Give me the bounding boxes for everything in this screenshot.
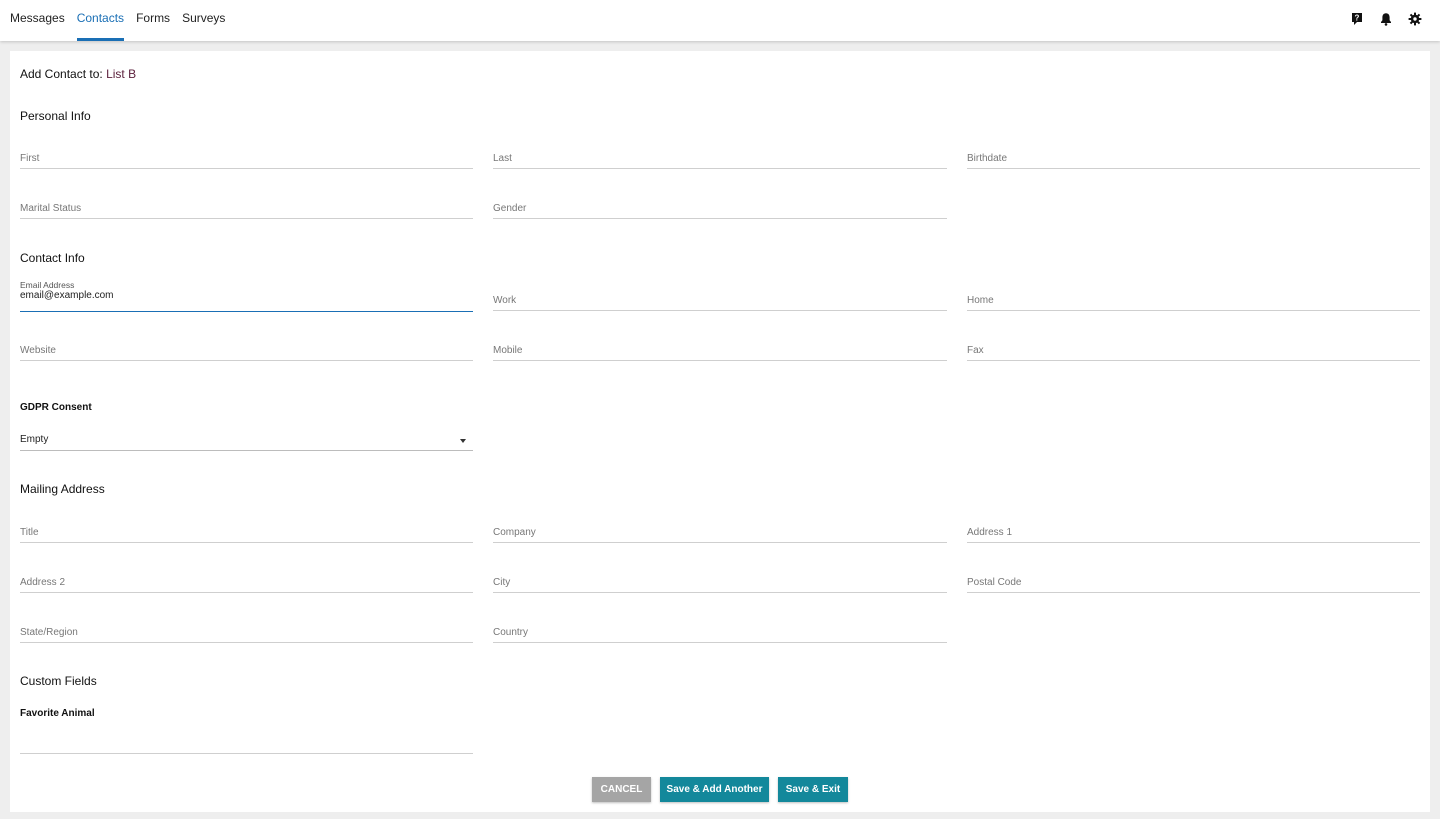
save-and-add-another-button[interactable]: Save & Add Another xyxy=(660,777,769,802)
address1-input[interactable] xyxy=(967,527,1420,538)
gdpr-consent-label: GDPR Consent xyxy=(20,402,92,413)
fax-field[interactable] xyxy=(967,331,1420,361)
postal-code-field[interactable] xyxy=(967,563,1420,593)
postal-code-input[interactable] xyxy=(967,577,1420,588)
work-phone-field[interactable] xyxy=(493,281,947,311)
email-field[interactable]: Email Address xyxy=(20,279,473,312)
svg-text:?: ? xyxy=(1355,14,1360,23)
favorite-animal-field[interactable] xyxy=(20,724,473,754)
top-navigation-bar: Messages Contacts Forms Surveys ? xyxy=(0,0,1440,41)
fax-input[interactable] xyxy=(967,345,1420,356)
first-name-input[interactable] xyxy=(20,153,473,164)
company-field[interactable] xyxy=(493,513,947,543)
marital-status-field[interactable] xyxy=(20,189,473,219)
gdpr-consent-select[interactable]: Empty xyxy=(20,429,473,451)
tab-messages[interactable]: Messages xyxy=(10,0,65,41)
section-title-mailing-address: Mailing Address xyxy=(20,482,105,496)
website-field[interactable] xyxy=(20,331,473,361)
country-field[interactable] xyxy=(493,613,947,643)
section-title-personal-info: Personal Info xyxy=(20,109,91,123)
gear-icon[interactable] xyxy=(1408,12,1422,26)
website-input[interactable] xyxy=(20,345,473,356)
top-icons: ? xyxy=(1350,12,1422,26)
page-title: Add Contact to: List B xyxy=(20,67,136,81)
caret-down-icon xyxy=(460,439,466,443)
mobile-field[interactable] xyxy=(493,331,947,361)
work-phone-input[interactable] xyxy=(493,295,947,306)
last-name-input[interactable] xyxy=(493,153,947,164)
bell-icon[interactable] xyxy=(1379,12,1393,26)
title-input[interactable] xyxy=(20,527,473,538)
state-region-field[interactable] xyxy=(20,613,473,643)
add-contact-card: Add Contact to: List B Personal Info Con… xyxy=(10,51,1430,812)
gender-field[interactable] xyxy=(493,189,947,219)
first-name-field[interactable] xyxy=(20,139,473,169)
favorite-animal-label: Favorite Animal xyxy=(20,708,95,719)
country-input[interactable] xyxy=(493,627,947,638)
address1-field[interactable] xyxy=(967,513,1420,543)
tab-contacts[interactable]: Contacts xyxy=(76,0,125,41)
address2-field[interactable] xyxy=(20,563,473,593)
gender-input[interactable] xyxy=(493,203,947,214)
state-region-input[interactable] xyxy=(20,627,473,638)
section-title-contact-info: Contact Info xyxy=(20,251,85,265)
city-input[interactable] xyxy=(493,577,947,588)
birthdate-field[interactable] xyxy=(967,139,1420,169)
main-nav: Messages Contacts Forms Surveys xyxy=(10,0,237,41)
tab-surveys[interactable]: Surveys xyxy=(182,0,225,41)
title-field[interactable] xyxy=(20,513,473,543)
company-input[interactable] xyxy=(493,527,947,538)
city-field[interactable] xyxy=(493,563,947,593)
favorite-animal-input[interactable] xyxy=(20,738,473,749)
list-name: List B xyxy=(106,67,137,81)
cancel-button[interactable]: CANCEL xyxy=(592,777,651,802)
gdpr-consent-value: Empty xyxy=(20,434,49,445)
marital-status-input[interactable] xyxy=(20,203,473,214)
email-input[interactable] xyxy=(20,290,473,301)
email-label: Email Address xyxy=(20,280,75,290)
save-and-exit-button[interactable]: Save & Exit xyxy=(778,777,848,802)
help-icon[interactable]: ? xyxy=(1350,12,1364,26)
home-phone-field[interactable] xyxy=(967,281,1420,311)
mobile-input[interactable] xyxy=(493,345,947,356)
page-title-prefix: Add Contact to: xyxy=(20,67,103,81)
section-title-custom-fields: Custom Fields xyxy=(20,674,97,688)
last-name-field[interactable] xyxy=(493,139,947,169)
address2-input[interactable] xyxy=(20,577,473,588)
birthdate-input[interactable] xyxy=(967,153,1420,164)
tab-forms[interactable]: Forms xyxy=(136,0,170,41)
home-phone-input[interactable] xyxy=(967,295,1420,306)
